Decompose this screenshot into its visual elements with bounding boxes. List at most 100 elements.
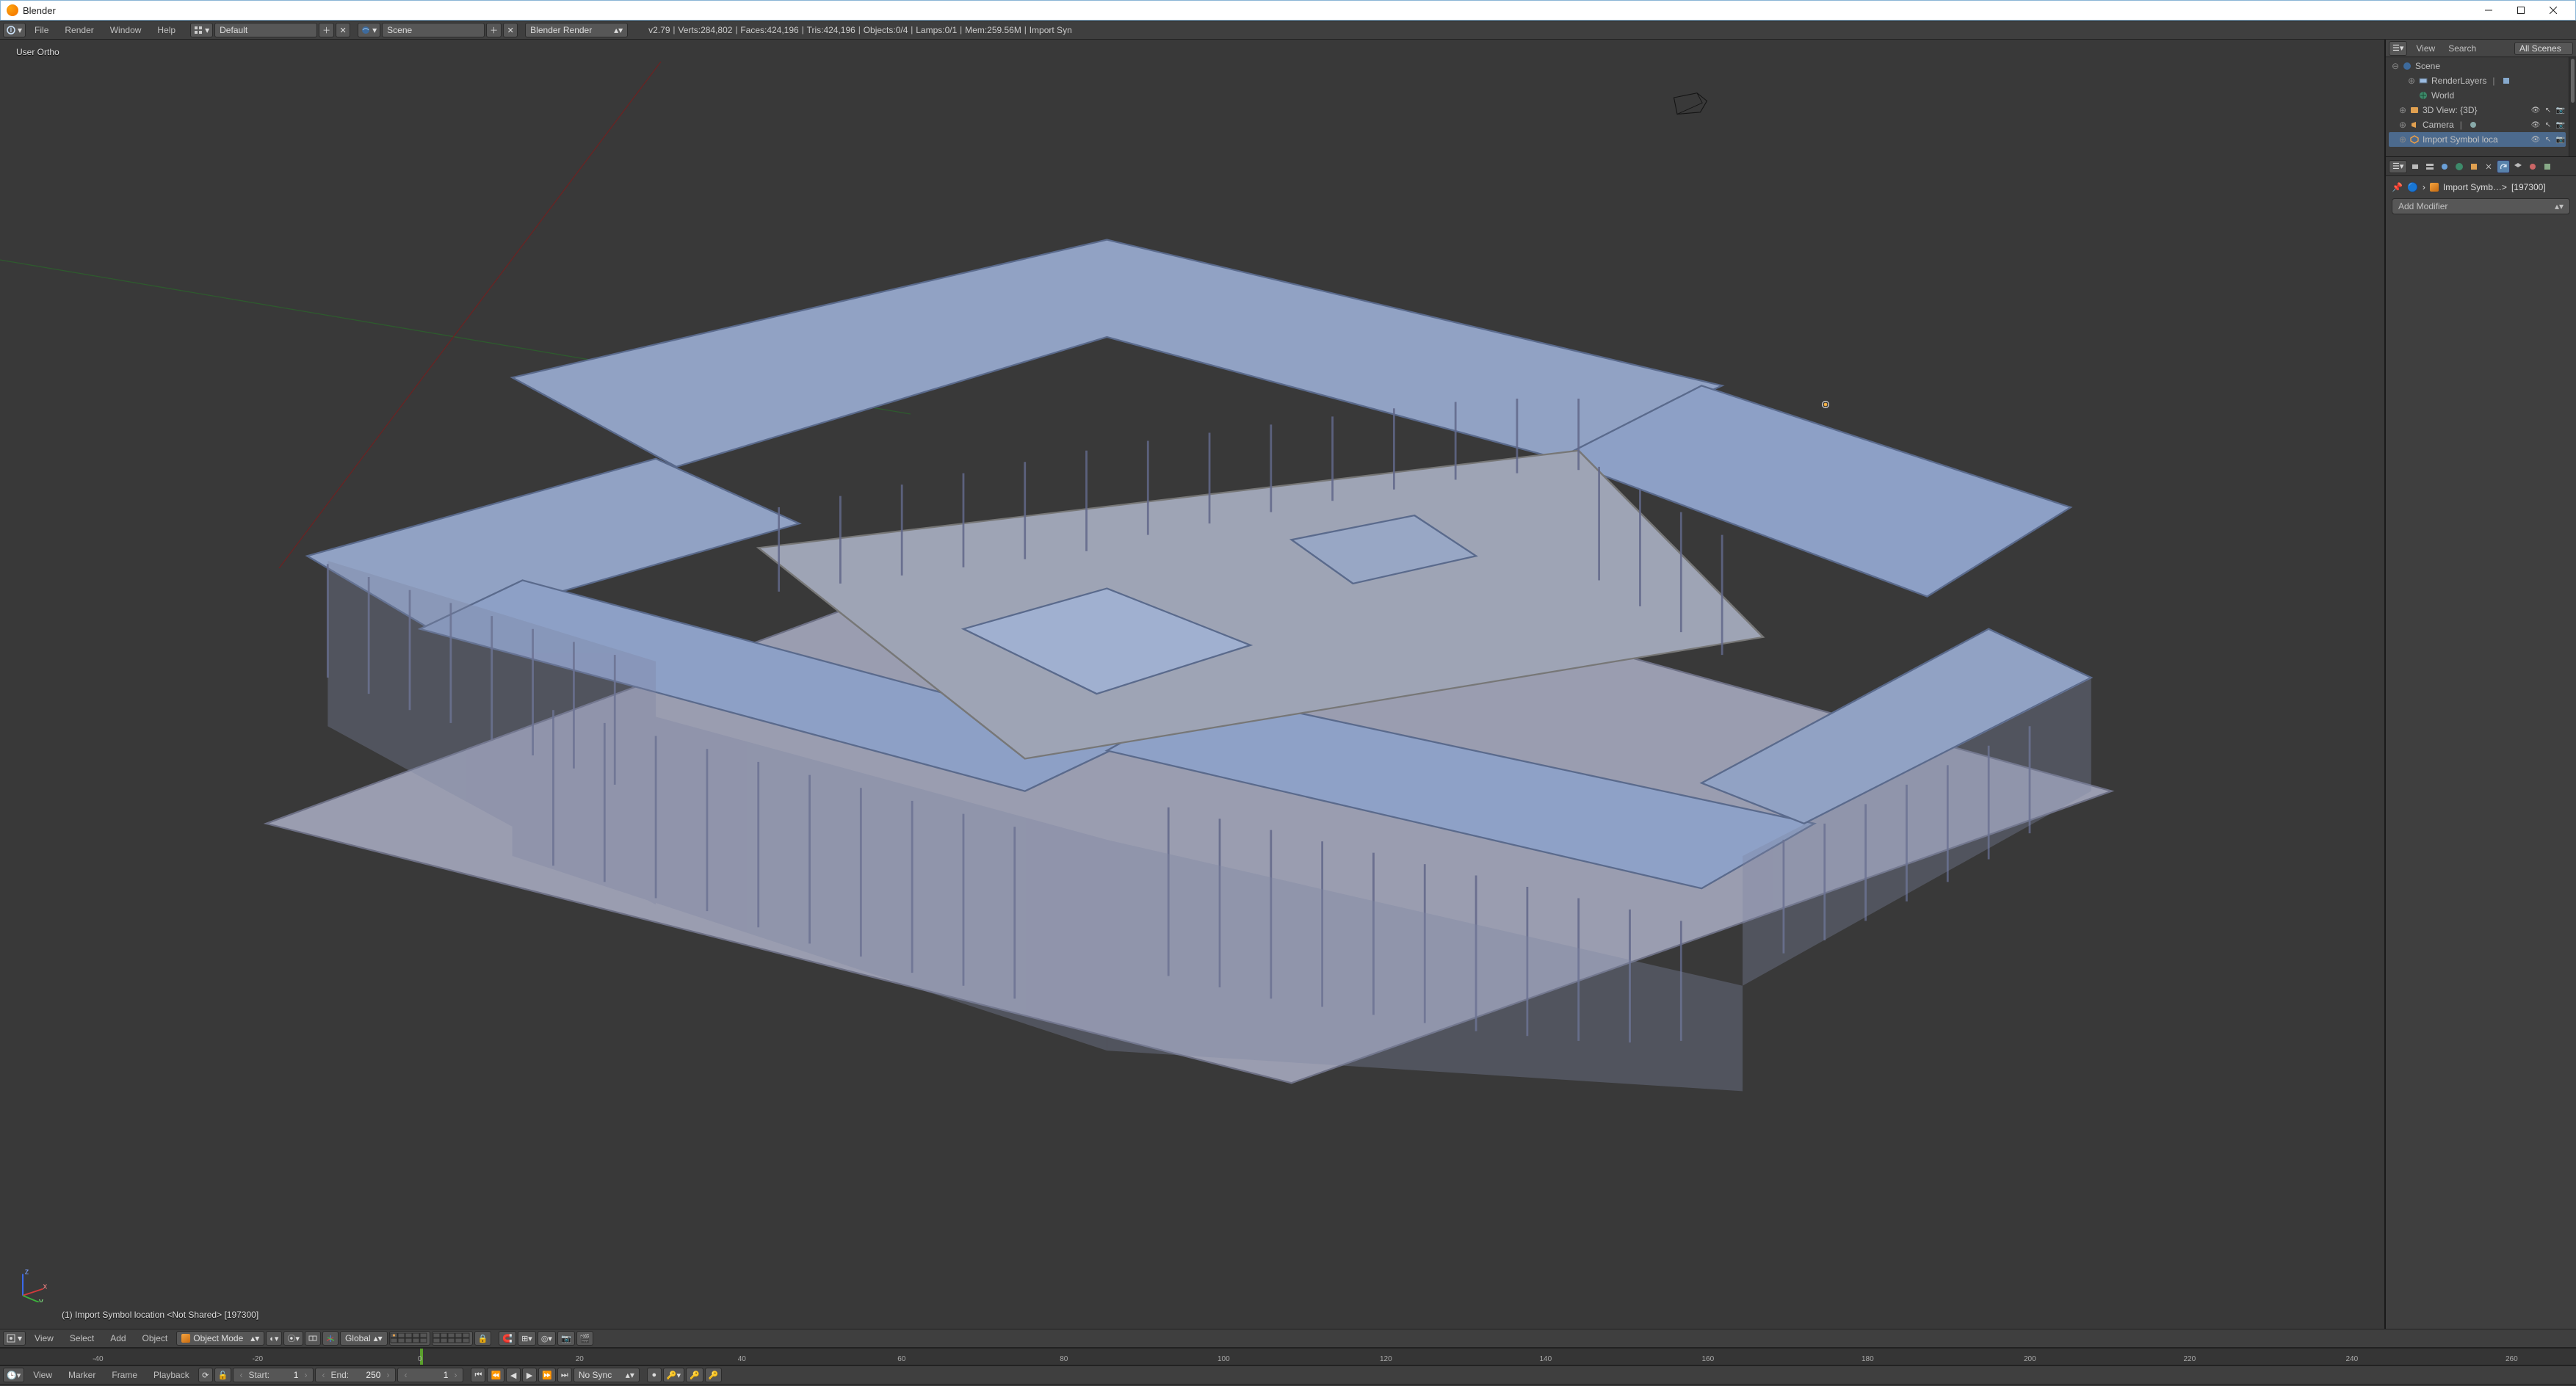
render-icon[interactable]: 📷 xyxy=(2555,134,2566,145)
end-frame-field[interactable]: ‹End:250› xyxy=(315,1368,396,1382)
timeline-menu-playback[interactable]: Playback xyxy=(146,1367,197,1383)
tree-row-scene[interactable]: ⊖ Scene xyxy=(2389,59,2566,73)
render-icon[interactable]: 📷 xyxy=(2555,120,2566,130)
tab-data-icon[interactable] xyxy=(2511,160,2525,173)
pin-icon[interactable]: 📌 xyxy=(2392,182,2403,192)
timeline-menu-frame[interactable]: Frame xyxy=(104,1367,145,1383)
render-icon[interactable]: 📷 xyxy=(2555,105,2566,115)
eye-icon[interactable]: 👁 xyxy=(2530,120,2541,130)
window-minimize-button[interactable] xyxy=(2472,0,2505,21)
eye-icon[interactable]: 👁 xyxy=(2530,134,2541,145)
render-engine-dropdown[interactable]: Blender Render▴▾ xyxy=(525,23,628,37)
menu-render[interactable]: Render xyxy=(57,22,101,38)
window-maximize-button[interactable] xyxy=(2505,0,2537,21)
scene-browse-icon[interactable]: ▾ xyxy=(358,23,380,37)
range-icon[interactable]: ⟳ xyxy=(198,1368,213,1382)
timeline-tick: 160 xyxy=(1701,1355,1714,1363)
tab-object-icon[interactable] xyxy=(2467,160,2481,173)
tab-world-icon[interactable] xyxy=(2453,160,2466,173)
view3d-menu-select[interactable]: Select xyxy=(62,1330,101,1346)
menu-window[interactable]: Window xyxy=(103,22,149,38)
opengl-render-anim-icon[interactable]: 🎬 xyxy=(576,1331,594,1346)
current-frame-field[interactable]: ‹1› xyxy=(397,1368,463,1382)
proportional-icon[interactable]: ◎▾ xyxy=(538,1331,556,1346)
layout-remove-button[interactable]: ✕ xyxy=(336,23,350,37)
layer-buttons-b[interactable] xyxy=(432,1331,473,1346)
mode-dropdown[interactable]: Object Mode▴▾ xyxy=(176,1331,264,1346)
tab-texture-icon[interactable] xyxy=(2541,160,2554,173)
cursor-icon[interactable]: ↖ xyxy=(2543,105,2553,115)
tab-constraints-icon[interactable] xyxy=(2482,160,2495,173)
snap-type-icon[interactable]: ⊞▾ xyxy=(518,1331,536,1346)
lock-layers-icon[interactable]: 🔒 xyxy=(474,1331,492,1346)
play-icon[interactable]: ▶ xyxy=(522,1368,537,1382)
end-frame-label: End: xyxy=(330,1370,349,1380)
layer-buttons-a[interactable] xyxy=(389,1331,430,1346)
outliner-scrollbar[interactable] xyxy=(2569,57,2576,156)
scene-add-button[interactable]: ＋ xyxy=(486,23,502,37)
keying-set-icon[interactable]: 🔑▾ xyxy=(663,1368,684,1382)
properties-editor-type-icon[interactable]: ☰▾ xyxy=(2389,160,2407,173)
timeline-editor-type-icon[interactable]: 🕒▾ xyxy=(3,1368,24,1382)
3d-viewport[interactable]: User Ortho xyxy=(0,40,2385,1329)
outliner-menu-search[interactable]: Search xyxy=(2444,40,2481,57)
tree-row-camera[interactable]: ⊕ Camera | 👁↖📷 xyxy=(2389,117,2566,132)
auto-keyframe-icon[interactable]: ● xyxy=(647,1368,662,1382)
tree-row-import-symbol[interactable]: ⊕ Import Symbol loca 👁↖📷 xyxy=(2389,132,2566,147)
keyframe-next-icon[interactable]: ⏩ xyxy=(538,1368,556,1382)
outliner-menu-view[interactable]: View xyxy=(2412,40,2439,57)
window-close-button[interactable] xyxy=(2537,0,2569,21)
jump-end-icon[interactable]: ⏭ xyxy=(557,1368,572,1382)
snap-icon[interactable]: 🧲 xyxy=(499,1331,516,1346)
screen-browse-icon[interactable]: ▾ xyxy=(190,23,213,37)
jump-start-icon[interactable]: ⏮ xyxy=(471,1368,485,1382)
blender-logo-icon xyxy=(7,4,18,16)
tab-modifiers-icon[interactable] xyxy=(2497,160,2510,173)
outliner-filter-dropdown[interactable]: All Scenes xyxy=(2514,42,2573,55)
timeline-menu-view[interactable]: View xyxy=(26,1367,59,1383)
pivot-dropdown-icon[interactable]: ⦿▾ xyxy=(283,1331,303,1346)
menu-file[interactable]: File xyxy=(27,22,56,38)
start-frame-field[interactable]: ‹Start:1› xyxy=(233,1368,314,1382)
outliner-editor-type-icon[interactable]: ☰▾ xyxy=(2389,41,2407,56)
manipulator-icon[interactable] xyxy=(322,1331,339,1346)
tab-renderlayers-icon[interactable] xyxy=(2423,160,2436,173)
layout-dropdown[interactable]: Default xyxy=(214,23,317,37)
timeline-menu-marker[interactable]: Marker xyxy=(61,1367,103,1383)
tab-scene-icon[interactable] xyxy=(2438,160,2451,173)
window-title: Blender xyxy=(23,5,2472,16)
shading-dropdown-icon[interactable]: ◐▾ xyxy=(266,1331,282,1346)
keyframe-prev-icon[interactable]: ⏪ xyxy=(487,1368,504,1382)
cursor-icon[interactable]: ↖ xyxy=(2543,134,2553,145)
sync-dropdown[interactable]: No Sync▴▾ xyxy=(574,1368,640,1382)
view3d-menu-add[interactable]: Add xyxy=(103,1330,133,1346)
timeline-tick: 140 xyxy=(1539,1355,1552,1363)
insert-keyframe-icon[interactable]: 🔑 xyxy=(686,1368,703,1382)
view3d-editor-type-icon[interactable]: ▾ xyxy=(3,1331,26,1346)
cursor-icon[interactable]: ↖ xyxy=(2543,120,2553,130)
opengl-render-image-icon[interactable]: 📷 xyxy=(557,1331,575,1346)
menu-help[interactable]: Help xyxy=(150,22,183,38)
timeline-ruler[interactable]: -40 -20 0 20 40 60 80 100 120 140 160 18… xyxy=(0,1348,2576,1365)
outliner-tree[interactable]: ⊖ Scene ⊕ RenderLayers | World xyxy=(2386,57,2569,156)
info-editor-type-icon[interactable]: i▾ xyxy=(3,23,26,37)
eye-icon[interactable]: 👁 xyxy=(2530,105,2541,115)
scene-dropdown[interactable]: Scene xyxy=(382,23,485,37)
timeline-tick: 200 xyxy=(2024,1355,2036,1363)
layers-icon[interactable] xyxy=(305,1331,321,1346)
tab-material-icon[interactable] xyxy=(2526,160,2539,173)
tree-row-renderlayers[interactable]: ⊕ RenderLayers | xyxy=(2389,73,2566,88)
tab-render-icon[interactable] xyxy=(2409,160,2422,173)
scene-remove-button[interactable]: ✕ xyxy=(503,23,518,37)
view3d-menu-view[interactable]: View xyxy=(27,1330,61,1346)
view3d-menu-object[interactable]: Object xyxy=(135,1330,176,1346)
delete-keyframe-icon[interactable]: 🔑 xyxy=(705,1368,723,1382)
orientation-dropdown[interactable]: Global▴▾ xyxy=(340,1331,388,1346)
lock-range-icon[interactable]: 🔓 xyxy=(214,1368,232,1382)
play-reverse-icon[interactable]: ◀ xyxy=(506,1368,521,1382)
tree-row-3dview[interactable]: ⊕ 3D View: {3D} 👁↖📷 xyxy=(2389,103,2566,117)
layout-dropdown-label: Default xyxy=(220,25,247,35)
tree-row-world[interactable]: World xyxy=(2389,88,2566,103)
layout-add-button[interactable]: ＋ xyxy=(319,23,334,37)
add-modifier-dropdown[interactable]: Add Modifier ▴▾ xyxy=(2392,198,2570,214)
